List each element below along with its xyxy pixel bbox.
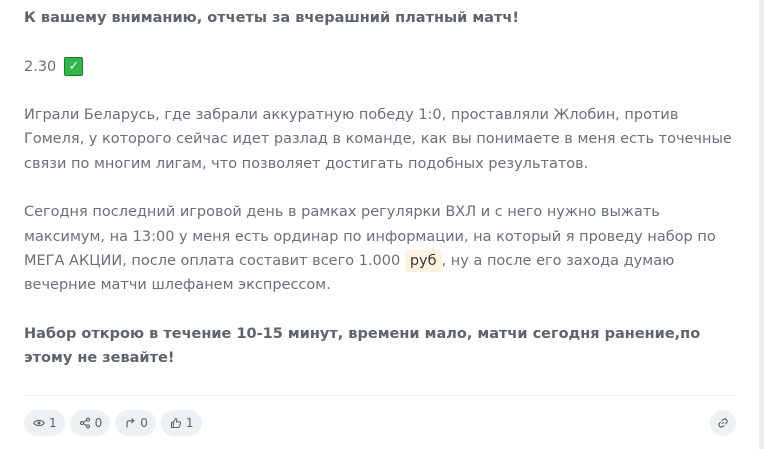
post-heading: К вашему вниманию, отчеты за вчерашний п… (24, 10, 519, 26)
currency-highlight: руб (404, 249, 442, 272)
views-button[interactable]: 1 (24, 410, 65, 436)
post-body: К вашему вниманию, отчеты за вчерашний п… (24, 6, 736, 395)
scrollbar-track[interactable] (759, 0, 764, 449)
paragraph-offer: Сегодня последний игровой день в рамках … (24, 200, 736, 297)
link-icon (718, 418, 728, 428)
repost-button[interactable]: 0 (115, 410, 156, 436)
likes-count: 1 (185, 416, 194, 430)
repost-arrow-icon (126, 418, 135, 428)
thumbs-up-icon (170, 417, 182, 429)
like-button[interactable]: 1 (160, 410, 202, 436)
odds-value: 2.30 (24, 58, 57, 75)
eye-icon (33, 419, 45, 427)
reposts-count: 0 (140, 416, 148, 430)
share-icon (79, 417, 90, 429)
post-footer: 1 0 0 1 (24, 410, 736, 436)
paragraph-result: Играли Беларусь, где забрали аккуратную … (24, 107, 732, 172)
views-count: 1 (49, 416, 57, 430)
closing-note: Набор открою в течение 10-15 минут, врем… (24, 325, 701, 367)
share-button[interactable]: 0 (69, 410, 111, 436)
check-mark-icon: ✓ (64, 57, 84, 77)
footer-divider (24, 395, 736, 396)
odds-line: 2.30 ✓ (24, 55, 736, 79)
copy-link-button[interactable] (710, 410, 736, 436)
post-card: К вашему вниманию, отчеты за вчерашний п… (0, 0, 764, 449)
shares-count: 0 (94, 416, 103, 430)
